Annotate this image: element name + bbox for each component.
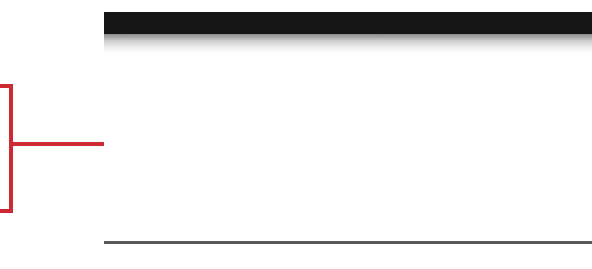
callout-bracket bbox=[0, 84, 13, 213]
footer-divider bbox=[104, 241, 592, 244]
annotated-screenshot bbox=[0, 0, 592, 269]
header-shadow-band bbox=[104, 34, 592, 54]
center-links bbox=[104, 118, 592, 130]
top-navigation-bar bbox=[104, 12, 592, 34]
screenshot-window bbox=[104, 12, 592, 260]
